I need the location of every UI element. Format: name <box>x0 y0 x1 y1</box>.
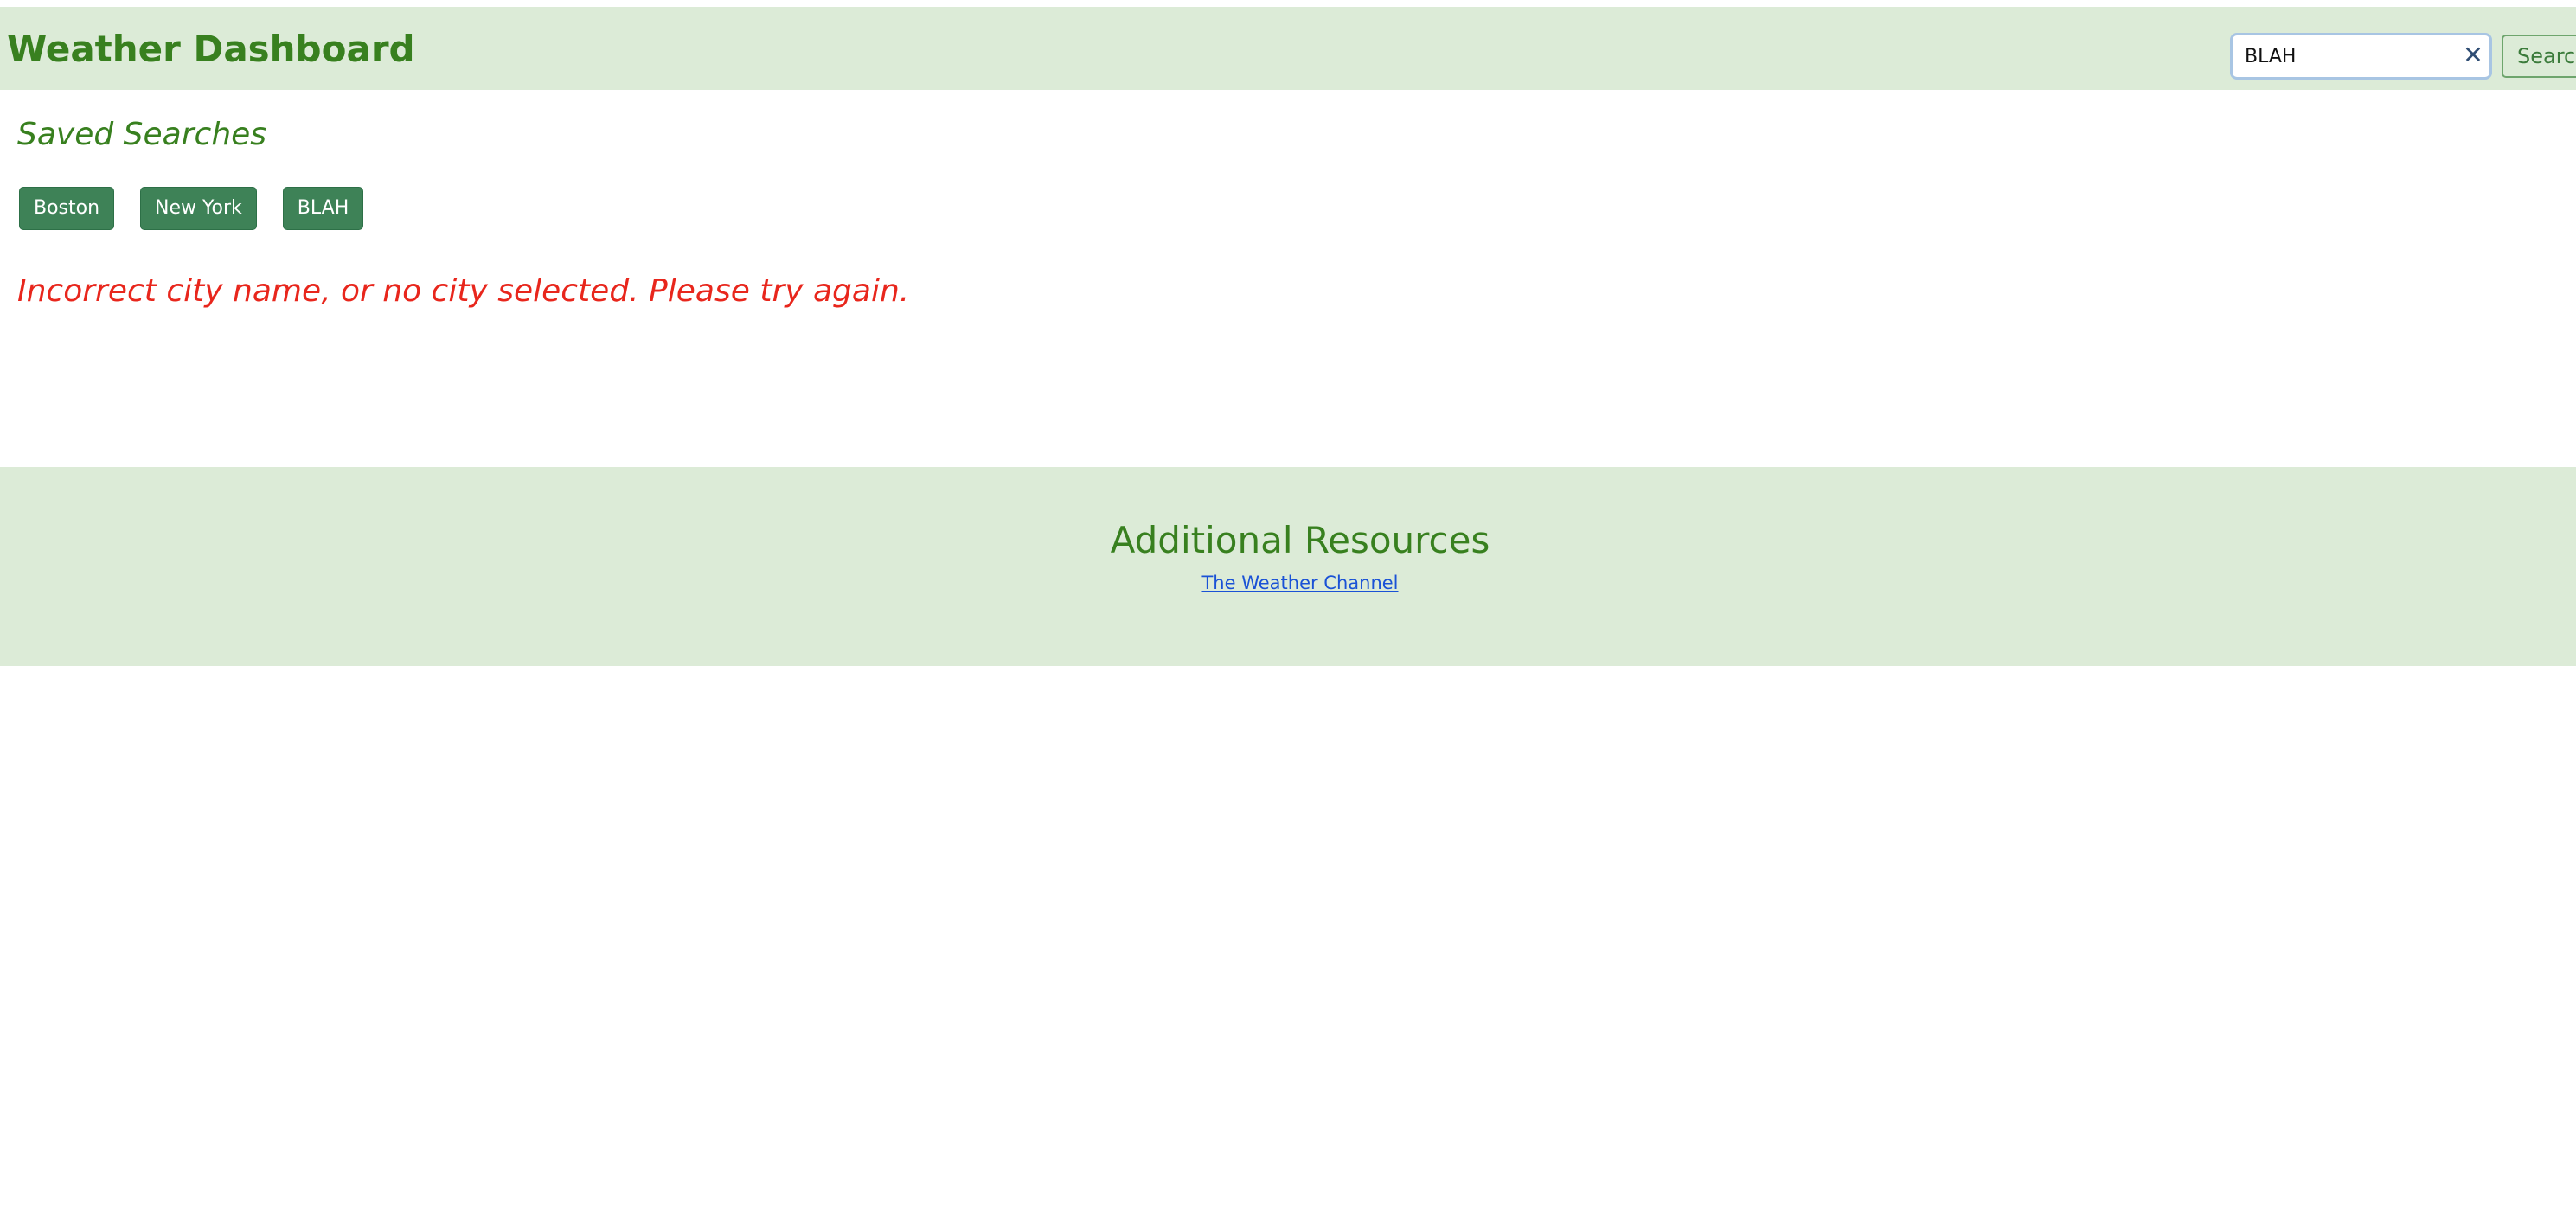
footer: Additional Resources The Weather Channel <box>0 467 2576 666</box>
close-icon[interactable]: ✕ <box>2461 43 2485 67</box>
page-title: Weather Dashboard <box>7 28 415 70</box>
saved-searches-list: Boston New York BLAH <box>19 187 364 230</box>
search-input[interactable] <box>2245 35 2444 77</box>
search-button[interactable]: Search <box>2502 35 2576 78</box>
search-box[interactable]: ✕ <box>2230 33 2492 80</box>
header-bar: Weather Dashboard ✕ Search <box>0 7 2576 90</box>
saved-searches-heading: Saved Searches <box>17 117 267 152</box>
error-message: Incorrect city name, or no city selected… <box>17 273 910 309</box>
saved-search-new-york[interactable]: New York <box>140 187 257 230</box>
footer-heading: Additional Resources <box>1110 519 1490 561</box>
saved-search-blah[interactable]: BLAH <box>282 187 364 230</box>
footer-link-row: The Weather Channel <box>0 571 2576 595</box>
weather-channel-link[interactable]: The Weather Channel <box>1201 573 1398 593</box>
saved-search-boston[interactable]: Boston <box>19 187 115 230</box>
